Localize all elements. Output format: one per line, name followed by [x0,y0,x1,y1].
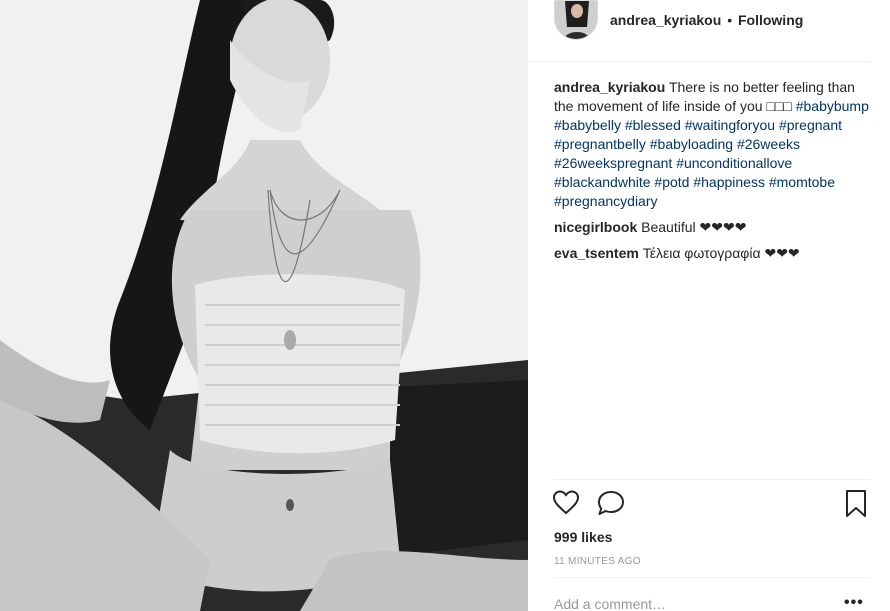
hashtag-link[interactable]: #26weeks [737,136,800,152]
comment-username[interactable]: eva_tsentem [554,245,639,261]
hashtag-link[interactable]: #potd [654,174,689,190]
bookmark-icon[interactable] [844,489,868,519]
post-photo[interactable] [0,0,528,611]
add-comment-input[interactable] [554,594,834,611]
post-header: andrea_kyriakou • Following [528,0,870,62]
hashtag-link[interactable]: #unconditionallove [676,155,792,171]
heart-icon[interactable] [552,489,580,517]
follow-status-button[interactable]: Following [738,12,803,28]
post-details-panel: andrea_kyriakou • Following andrea_kyria… [528,0,890,611]
comment-username[interactable]: nicegirlbook [554,219,637,235]
header-separator: • [727,12,733,28]
actions-divider [554,479,870,480]
hashtag-link[interactable]: #pregnantbelly [554,136,646,152]
author-username[interactable]: andrea_kyriakou [610,12,721,28]
comment-item: nicegirlbook Beautiful ❤❤❤❤ [554,218,870,237]
more-options-icon[interactable]: ••• [844,594,866,611]
hashtag-link[interactable]: #happiness [693,174,765,190]
add-comment-divider [554,577,870,578]
comment-item: eva_tsentem Τέλεια φωτογραφία ❤❤❤ [554,244,870,263]
post-caption: andrea_kyriakou There is no better feeli… [554,78,870,211]
post-timestamp[interactable]: 11 MINUTES AGO [554,556,641,567]
caption-username[interactable]: andrea_kyriakou [554,79,665,95]
speech-bubble-icon[interactable] [596,489,626,517]
hashtag-link[interactable]: #momtobe [769,174,835,190]
hashtag-link[interactable]: #blessed [625,117,681,133]
hashtag-link[interactable]: #pregnant [779,117,842,133]
hashtag-link[interactable]: #26weekspregnant [554,155,672,171]
comment-text: Beautiful ❤❤❤❤ [641,219,747,235]
comment-text: Τέλεια φωτογραφία ❤❤❤ [642,245,800,261]
header-text: andrea_kyriakou • Following [610,12,803,28]
hashtag-link[interactable]: #blackandwhite [554,174,651,190]
hashtag-link[interactable]: #babybelly [554,117,621,133]
hashtag-link[interactable]: #babyloading [650,136,733,152]
likes-count[interactable]: 999 likes [554,529,612,545]
post-photo-image [0,0,528,611]
hashtag-link[interactable]: #babybump [796,98,869,114]
hashtag-link[interactable]: #pregnancydiary [554,193,658,209]
comments-list: andrea_kyriakou There is no better feeli… [554,78,870,270]
hashtag-link[interactable]: #waitingforyou [685,117,775,133]
avatar[interactable] [554,0,598,40]
avatar-image [555,1,597,39]
